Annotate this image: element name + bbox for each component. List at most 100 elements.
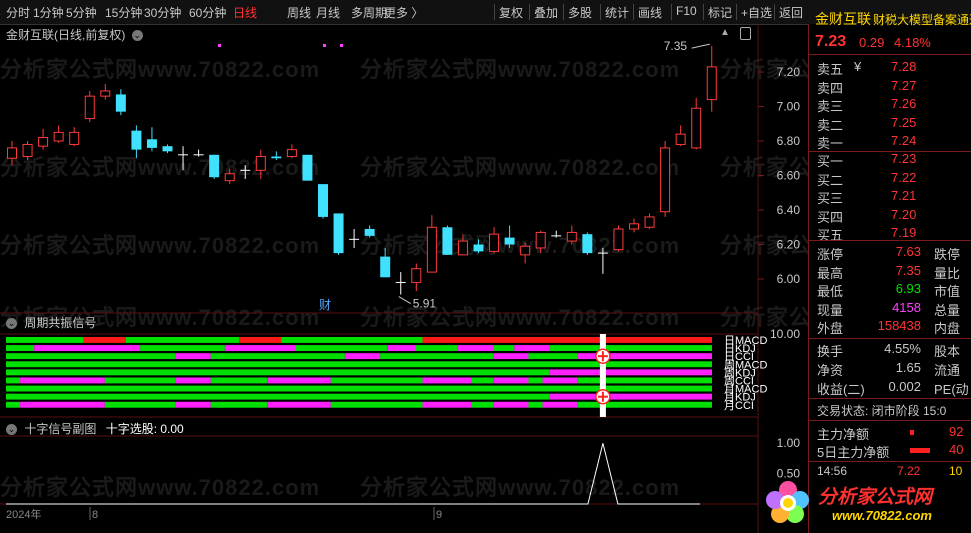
toolbar-button-8[interactable]: 返回 [779, 4, 803, 21]
candle[interactable] [426, 215, 437, 273]
toolbar-item-1[interactable]: 1分钟 [33, 4, 64, 21]
candle[interactable] [489, 227, 500, 254]
candle[interactable] [380, 247, 391, 278]
signal-segment [34, 345, 141, 351]
candle-body [255, 156, 266, 171]
candle[interactable] [566, 225, 577, 245]
candle[interactable] [115, 89, 126, 116]
candle[interactable] [178, 146, 189, 171]
candle[interactable] [146, 127, 157, 152]
trade-status: 交易状态: 闭市阶段 15:0 [817, 404, 947, 418]
stat-label-right: 股本 [934, 344, 961, 359]
candle[interactable] [38, 128, 49, 150]
toolbar-item-10[interactable]: 更多 〉 [384, 4, 423, 21]
candle[interactable] [504, 225, 515, 248]
ask-label: 卖三 [817, 99, 844, 114]
candle[interactable] [691, 97, 702, 150]
candle-body [38, 137, 49, 147]
signal-segment [20, 377, 105, 384]
toolbar-item-5[interactable]: 60分钟 [189, 4, 226, 21]
toolbar-divider [703, 4, 704, 20]
panel-divider [809, 54, 971, 55]
candle-body [115, 94, 126, 112]
candle[interactable] [53, 125, 64, 143]
candle[interactable] [193, 149, 204, 157]
logo-url: www.70822.com [832, 508, 932, 523]
ask-price: 7.24 [891, 133, 917, 148]
toolbar-item-6[interactable]: 日线 [233, 4, 257, 21]
candle[interactable] [706, 46, 717, 112]
date-year-label: 2024年 [6, 507, 41, 521]
candle[interactable] [644, 213, 655, 229]
candle[interactable] [209, 154, 220, 179]
low-price-label: 5.91 [413, 297, 437, 311]
toolbar-button-3[interactable]: 统计 [605, 4, 629, 21]
candle[interactable] [629, 218, 639, 233]
signal-segment [126, 337, 239, 343]
date-label: 8 [92, 509, 98, 521]
toolbar-item-7[interactable]: 周线 [287, 4, 311, 21]
chevron-down-icon[interactable]: ⌄ [6, 424, 17, 436]
toolbar-item-8[interactable]: 月线 [316, 4, 340, 21]
candle[interactable] [349, 228, 360, 248]
candle[interactable] [411, 263, 422, 292]
toolbar-divider [494, 4, 495, 20]
ask-label: 卖二 [817, 117, 844, 133]
candle[interactable] [597, 247, 608, 274]
signal-segment [528, 377, 543, 384]
candle[interactable] [457, 234, 468, 256]
chart-area[interactable]: 金财互联(日线,前复权) ⌄ ▲ 7.20 7.00 6.80 6.60 6.40 6.2… [0, 24, 809, 533]
candle-body [271, 156, 282, 159]
toolbar-button-1[interactable]: 叠加 [534, 4, 558, 21]
candle-body [644, 216, 655, 228]
candle[interactable] [473, 239, 484, 254]
candle[interactable] [551, 230, 562, 238]
chevron-down-icon[interactable]: ⌄ [6, 318, 17, 330]
toolbar-button-7[interactable]: +自选 [741, 4, 772, 21]
ask-label: 卖一 [817, 136, 844, 151]
candle[interactable] [660, 141, 671, 217]
candle[interactable] [675, 125, 686, 147]
toolbar-item-2[interactable]: 5分钟 [66, 4, 97, 21]
candle[interactable] [395, 272, 406, 295]
candle[interactable] [271, 151, 282, 160]
toolbar-button-0[interactable]: 复权 [499, 4, 523, 21]
candle[interactable] [240, 165, 251, 179]
candle[interactable] [333, 213, 344, 255]
signal-segment [380, 353, 494, 360]
signal-segment [330, 377, 423, 384]
toolbar-button-6[interactable]: 标记 [708, 4, 732, 21]
candle-body [286, 149, 297, 158]
candle[interactable] [69, 127, 80, 147]
candle[interactable] [613, 225, 624, 252]
toolbar-button-4[interactable]: 画线 [638, 4, 662, 21]
candle[interactable] [364, 225, 375, 238]
toolbar-item-3[interactable]: 15分钟 [105, 4, 142, 21]
toolbar-item-4[interactable]: 30分钟 [144, 4, 181, 21]
candlestick-chart[interactable]: 7.207.006.806.606.406.206.007.355.91财日MA… [0, 24, 808, 533]
candle[interactable] [286, 144, 297, 159]
candle[interactable] [84, 90, 95, 123]
candle[interactable] [255, 149, 266, 179]
candle[interactable] [302, 154, 313, 181]
candle[interactable] [582, 232, 593, 255]
y-tick-label: 7.20 [777, 65, 801, 79]
cross-title-bar: ⌄ 十字信号副图 十字选股: 0.00 [6, 420, 184, 437]
candle[interactable] [131, 125, 142, 159]
signal-segment [577, 377, 712, 384]
toolbar-button-5[interactable]: F10 [676, 4, 697, 18]
candle[interactable] [535, 230, 546, 254]
candle[interactable] [318, 184, 328, 219]
candle[interactable] [7, 141, 17, 166]
candle[interactable] [520, 242, 531, 264]
signal-segment [6, 353, 176, 360]
candle[interactable] [100, 84, 111, 100]
candle[interactable] [442, 225, 453, 255]
candle[interactable] [224, 168, 235, 185]
candle[interactable] [162, 144, 173, 154]
candle[interactable] [22, 141, 33, 160]
y-tick-label: 6.20 [777, 238, 801, 252]
toolbar-item-0[interactable]: 分时 [6, 4, 30, 21]
toolbar-button-2[interactable]: 多股 [568, 4, 592, 21]
toolbar-item-9[interactable]: 多周期 [351, 4, 387, 21]
